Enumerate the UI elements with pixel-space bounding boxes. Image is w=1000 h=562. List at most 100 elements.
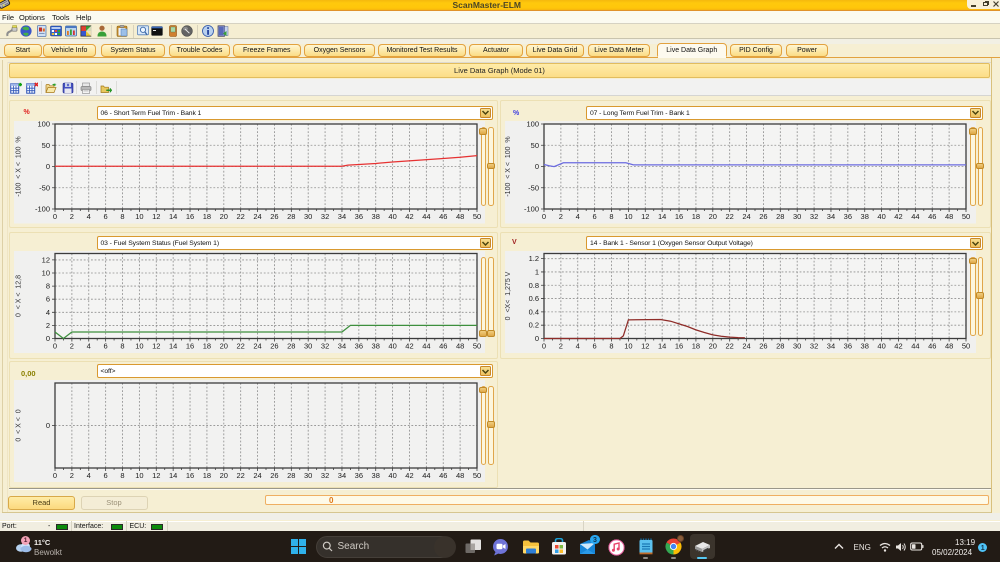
- svg-text:40: 40: [388, 471, 396, 480]
- svg-text:28: 28: [287, 471, 295, 480]
- svg-text:28: 28: [287, 341, 295, 350]
- svg-text:22: 22: [726, 212, 734, 221]
- svg-text:32: 32: [810, 341, 818, 350]
- svg-text:-50: -50: [528, 183, 539, 192]
- svg-text:4: 4: [87, 471, 91, 480]
- svg-text:24: 24: [742, 212, 750, 221]
- svg-text:50: 50: [473, 471, 481, 480]
- svg-text:32: 32: [810, 212, 818, 221]
- svg-text:2: 2: [559, 212, 563, 221]
- svg-text:14: 14: [169, 471, 177, 480]
- svg-text:24: 24: [253, 471, 261, 480]
- svg-text:4: 4: [87, 212, 91, 221]
- svg-text:0 < X < 0: 0 < X < 0: [16, 409, 23, 441]
- svg-text:18: 18: [203, 212, 211, 221]
- svg-text:8: 8: [120, 471, 124, 480]
- svg-text:38: 38: [372, 471, 380, 480]
- svg-text:-100: -100: [35, 205, 50, 214]
- svg-text:50: 50: [962, 341, 970, 350]
- svg-text:18: 18: [203, 471, 211, 480]
- svg-text:38: 38: [372, 341, 380, 350]
- svg-text:32: 32: [321, 471, 329, 480]
- svg-text:48: 48: [456, 471, 464, 480]
- svg-text:6: 6: [46, 294, 50, 303]
- svg-text:42: 42: [405, 471, 413, 480]
- svg-text:44: 44: [422, 212, 430, 221]
- svg-text:4: 4: [576, 212, 580, 221]
- svg-text:30: 30: [793, 341, 801, 350]
- svg-text:100: 100: [37, 121, 50, 129]
- svg-text:6: 6: [104, 212, 108, 221]
- svg-text:0: 0: [53, 212, 57, 221]
- svg-text:10: 10: [624, 212, 632, 221]
- svg-text:1.2: 1.2: [529, 254, 539, 263]
- svg-text:46: 46: [439, 471, 447, 480]
- svg-text:26: 26: [759, 341, 767, 350]
- svg-text:12: 12: [641, 212, 649, 221]
- svg-text:34: 34: [338, 212, 346, 221]
- svg-text:36: 36: [355, 471, 363, 480]
- svg-text:0: 0: [542, 341, 546, 350]
- svg-text:2: 2: [70, 341, 74, 350]
- svg-text:10: 10: [135, 341, 143, 350]
- svg-text:48: 48: [456, 341, 464, 350]
- svg-text:22: 22: [237, 212, 245, 221]
- svg-text:10: 10: [135, 471, 143, 480]
- svg-text:26: 26: [270, 471, 278, 480]
- svg-text:26: 26: [270, 212, 278, 221]
- svg-text:22: 22: [237, 471, 245, 480]
- svg-text:0: 0: [535, 334, 539, 343]
- svg-text:0: 0: [53, 341, 57, 350]
- svg-text:24: 24: [253, 212, 261, 221]
- svg-text:50: 50: [531, 141, 539, 150]
- svg-text:50: 50: [473, 341, 481, 350]
- svg-text:14: 14: [658, 341, 666, 350]
- svg-text:-100: -100: [524, 205, 539, 214]
- svg-text:42: 42: [894, 341, 902, 350]
- svg-text:6: 6: [593, 341, 597, 350]
- svg-text:42: 42: [405, 212, 413, 221]
- svg-text:34: 34: [338, 341, 346, 350]
- svg-text:0.2: 0.2: [529, 320, 539, 329]
- svg-text:42: 42: [894, 212, 902, 221]
- svg-text:4: 4: [87, 341, 91, 350]
- svg-text:6: 6: [104, 341, 108, 350]
- svg-text:24: 24: [742, 341, 750, 350]
- svg-text:50: 50: [42, 141, 50, 150]
- svg-text:8: 8: [609, 341, 613, 350]
- svg-text:46: 46: [928, 341, 936, 350]
- svg-text:2: 2: [559, 341, 563, 350]
- svg-text:4: 4: [46, 307, 50, 316]
- svg-text:40: 40: [388, 341, 396, 350]
- svg-text:50: 50: [473, 212, 481, 221]
- svg-text:10: 10: [42, 268, 50, 277]
- svg-text:26: 26: [759, 212, 767, 221]
- svg-text:8: 8: [46, 281, 50, 290]
- svg-text:38: 38: [861, 341, 869, 350]
- svg-text:16: 16: [186, 341, 194, 350]
- svg-text:48: 48: [945, 212, 953, 221]
- svg-text:16: 16: [186, 471, 194, 480]
- svg-text:38: 38: [861, 212, 869, 221]
- svg-text:14: 14: [658, 212, 666, 221]
- svg-text:20: 20: [220, 471, 228, 480]
- svg-text:0: 0: [542, 212, 546, 221]
- svg-text:40: 40: [388, 212, 396, 221]
- svg-text:0.6: 0.6: [529, 294, 539, 303]
- svg-text:44: 44: [422, 341, 430, 350]
- svg-text:24: 24: [253, 341, 261, 350]
- svg-text:-50: -50: [39, 183, 50, 192]
- svg-text:30: 30: [304, 212, 312, 221]
- svg-text:2: 2: [70, 212, 74, 221]
- svg-text:6: 6: [104, 471, 108, 480]
- svg-text:30: 30: [304, 471, 312, 480]
- svg-text:36: 36: [355, 341, 363, 350]
- svg-text:18: 18: [692, 341, 700, 350]
- svg-text:16: 16: [675, 341, 683, 350]
- svg-text:22: 22: [237, 341, 245, 350]
- svg-text:1: 1: [535, 267, 539, 276]
- svg-text:14: 14: [169, 212, 177, 221]
- svg-text:2: 2: [70, 471, 74, 480]
- svg-text:8: 8: [120, 341, 124, 350]
- svg-text:32: 32: [321, 341, 329, 350]
